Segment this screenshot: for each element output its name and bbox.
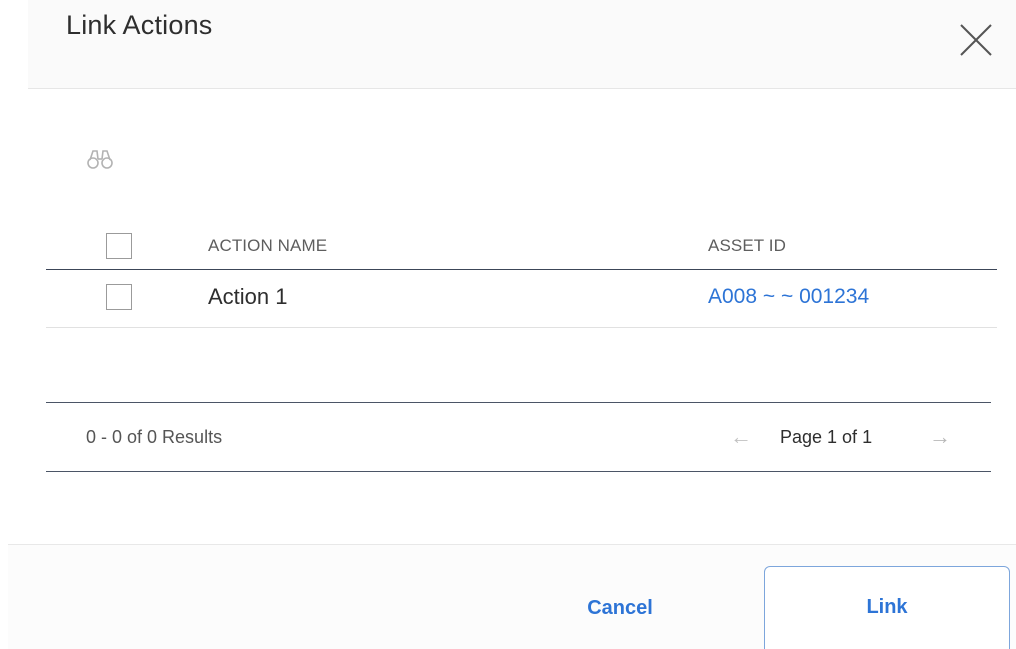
results-count: 0 - 0 of 0 Results [86,427,223,447]
asset-id-link[interactable]: A008 ~ ~ 001234 [708,285,869,309]
link-actions-dialog: Link Actions ACTION NAME ASSET ID Action… [0,0,1016,649]
close-button[interactable] [958,22,994,58]
row-checkbox[interactable] [106,284,132,310]
arrow-right-icon[interactable]: → [929,424,951,450]
column-header-action-name[interactable]: ACTION NAME [208,236,327,256]
close-icon [960,24,992,56]
pager-bottom-divider [46,471,991,472]
binoculars-icon[interactable] [86,146,116,172]
action-name-cell: Action 1 [208,284,288,309]
table-row-divider [46,327,997,328]
cancel-button[interactable]: Cancel [555,588,685,628]
arrow-left-icon[interactable]: ← [730,424,752,450]
dialog-header: Link Actions [28,0,1016,89]
pager-top-divider [46,402,991,403]
dialog-title: Link Actions [66,10,213,40]
link-button[interactable]: Link [764,566,1010,649]
table-header-divider [46,269,997,270]
column-header-asset-id[interactable]: ASSET ID [708,236,786,256]
select-all-checkbox[interactable] [106,233,132,259]
page-indicator: Page 1 of 1 [780,427,873,447]
